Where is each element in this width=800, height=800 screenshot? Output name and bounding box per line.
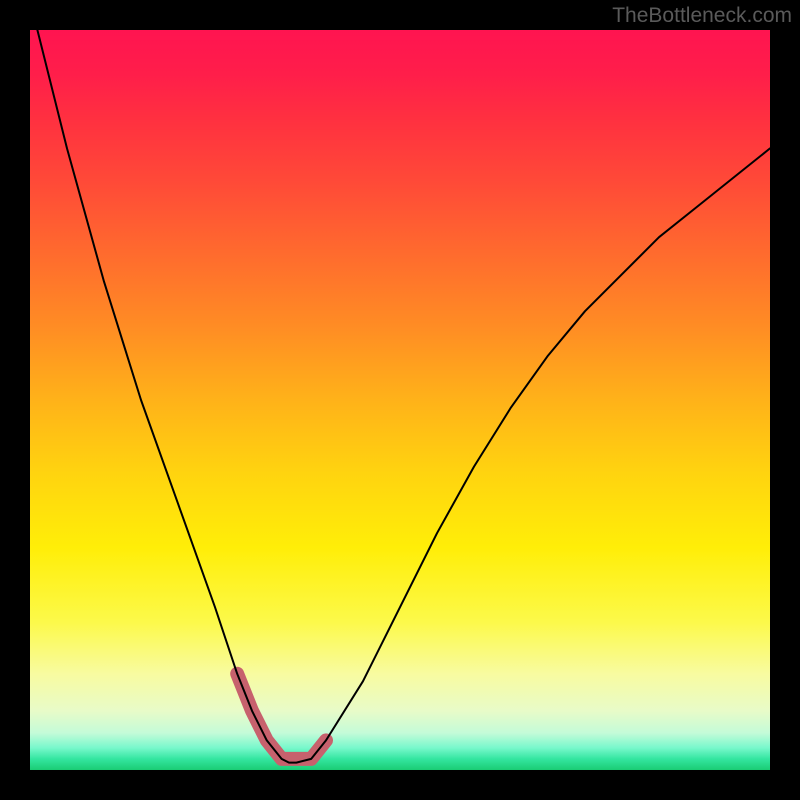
curve-layer (30, 30, 770, 770)
highlight-band (237, 674, 326, 759)
curve-path (37, 30, 770, 763)
watermark-text: TheBottleneck.com (612, 4, 792, 28)
plot-area (30, 30, 770, 770)
chart-frame: TheBottleneck.com (0, 0, 800, 800)
bottleneck-curve (37, 30, 770, 763)
highlight-path (237, 674, 326, 759)
